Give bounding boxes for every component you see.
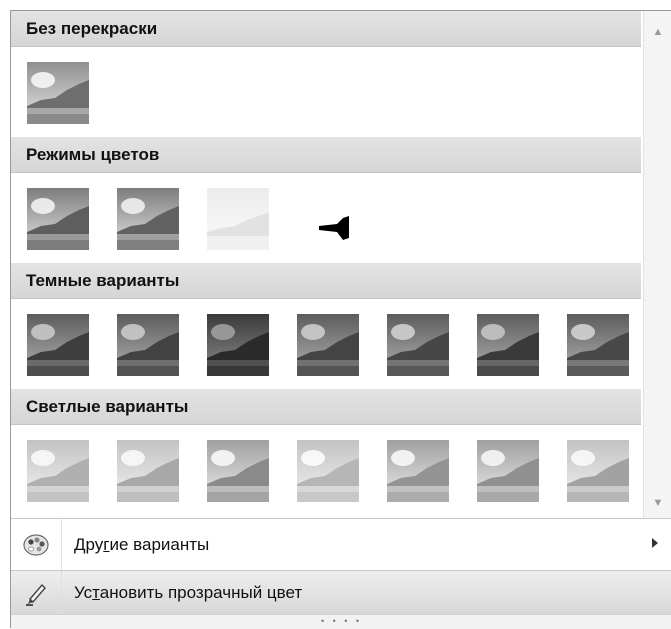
thumb-dark-6[interactable] [469,309,547,381]
landscape-light-icon [297,440,359,502]
submenu-arrow-icon [652,538,658,548]
menu-item-set-transparent-color[interactable]: Установить прозрачный цвет [11,570,671,615]
section-header-no-recolor: Без перекраски [11,11,641,47]
recolor-gallery: Без перекраски Режимы цветов Темные вари… [11,11,641,518]
landscape-dark-icon [297,314,359,376]
thumb-black-white[interactable] [289,183,367,255]
thumb-light-2[interactable] [109,435,187,507]
thumb-dark-1[interactable] [19,309,97,381]
icon-cell [11,519,62,571]
thumb-dark-5[interactable] [379,309,457,381]
thumb-light-4[interactable] [289,435,367,507]
set-transparent-color-label: Установить прозрачный цвет [74,583,303,602]
thumb-light-6[interactable] [469,435,547,507]
landscape-light-icon [27,440,89,502]
thumb-row-color-modes [11,173,641,263]
thumb-row-no-recolor [11,47,641,137]
recolor-menu: Другие варианты Установить прозрачный цв… [11,518,671,629]
landscape-dark-icon [117,314,179,376]
recolor-panel: Без перекраски Режимы цветов Темные вари… [10,10,671,629]
landscape-sepia-icon [117,188,179,250]
landscape-dark-icon [477,314,539,376]
thumb-dark-3[interactable] [199,309,277,381]
vertical-scrollbar[interactable]: ▲ ▼ [643,11,671,518]
scroll-up-arrow-icon[interactable]: ▲ [651,25,665,39]
landscape-light-icon [567,440,629,502]
thumb-light-1[interactable] [19,435,97,507]
more-variants-label: Другие варианты [74,535,210,554]
thumb-dark-2[interactable] [109,309,187,381]
landscape-light-icon [117,440,179,502]
menu-item-more-variants[interactable]: Другие варианты [11,518,671,571]
thumb-no-recolor[interactable] [19,57,97,129]
landscape-light-icon [477,440,539,502]
thumb-row-dark-variants [11,299,641,389]
thumb-light-5[interactable] [379,435,457,507]
thumb-dark-7[interactable] [559,309,637,381]
thumb-light-7[interactable] [559,435,637,507]
section-header-light-variants: Светлые варианты [11,389,641,425]
landscape-black-white-icon [297,188,359,250]
pen-icon [26,583,46,606]
section-header-color-modes: Режимы цветов [11,137,641,173]
thumb-row-light-variants [11,425,641,515]
landscape-light-icon [207,440,269,502]
landscape-thumb-icon [27,62,89,124]
landscape-light-icon [387,440,449,502]
landscape-dark-icon [567,314,629,376]
icon-cell [11,571,62,615]
scroll-down-arrow-icon[interactable]: ▼ [651,496,665,510]
thumb-grayscale[interactable] [19,183,97,255]
landscape-washout-icon [207,188,269,250]
thumb-washout[interactable] [199,183,277,255]
thumb-light-3[interactable] [199,435,277,507]
landscape-dark-icon [27,314,89,376]
section-header-dark-variants: Темные варианты [11,263,641,299]
thumb-dark-4[interactable] [289,309,367,381]
landscape-grayscale-icon [27,188,89,250]
landscape-dark-icon [387,314,449,376]
palette-icon [23,534,49,556]
landscape-dark-icon [207,314,269,376]
thumb-sepia[interactable] [109,183,187,255]
resize-grip-icon[interactable]: • • • • [11,614,671,629]
